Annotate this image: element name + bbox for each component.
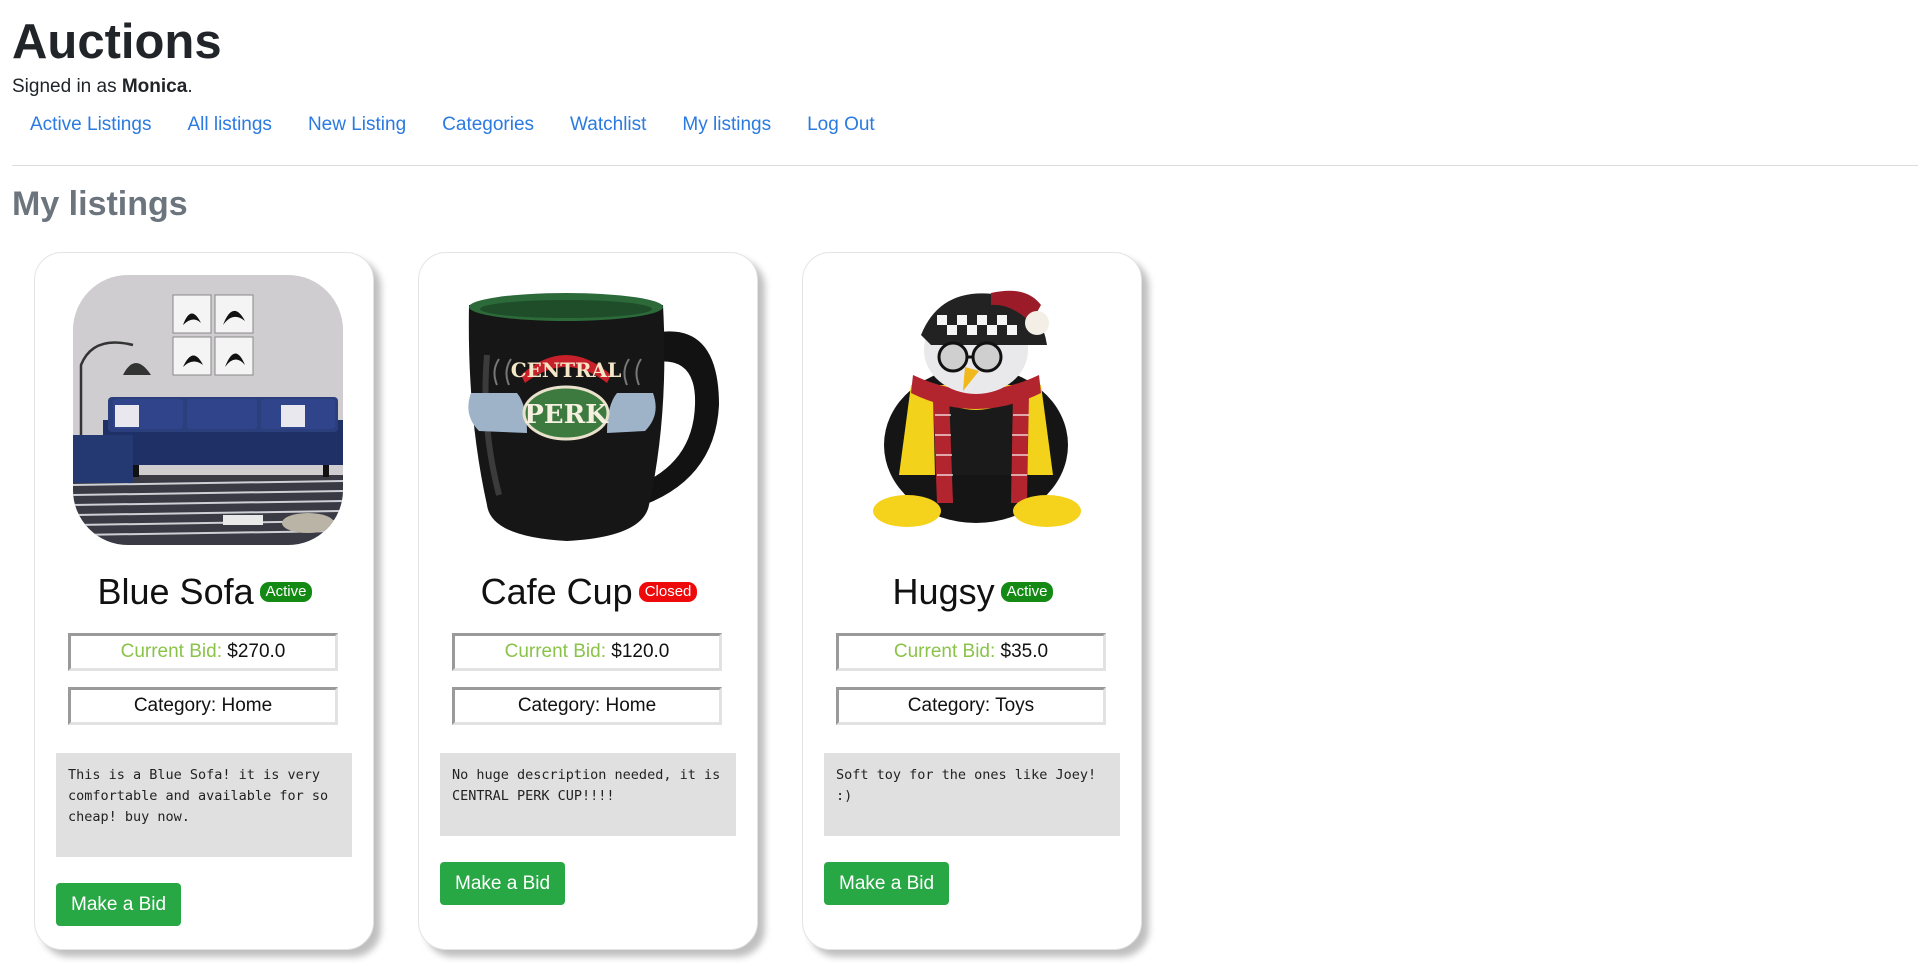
current-bid-field: Current Bid: $35.0 bbox=[836, 633, 1106, 671]
category-field: Category: Toys bbox=[836, 687, 1106, 725]
make-bid-button[interactable]: Make a Bid bbox=[56, 883, 182, 926]
listing-description: This is a Blue Sofa! it is very comforta… bbox=[56, 753, 352, 857]
username: Monica bbox=[121, 76, 188, 97]
listing-image-sofa[interactable] bbox=[73, 275, 343, 545]
cup-logo-bottom: PERK bbox=[524, 400, 609, 430]
nav-new-listing[interactable]: New Listing bbox=[290, 112, 424, 138]
listing-card: Hugsy Active Current Bid: $35.0 Category:… bbox=[802, 252, 1142, 950]
listing-image-hugsy[interactable] bbox=[841, 275, 1111, 545]
listing-description: No huge description needed, it is CENTRA… bbox=[440, 753, 736, 836]
nav-log-out[interactable]: Log Out bbox=[789, 112, 893, 138]
listing-title-row: Hugsy Active bbox=[803, 571, 1143, 613]
nav-watchlist[interactable]: Watchlist bbox=[552, 112, 664, 138]
category-field: Category: Home bbox=[452, 687, 722, 725]
status-badge: Active bbox=[1000, 582, 1054, 602]
listing-title[interactable]: Hugsy bbox=[893, 571, 995, 612]
current-bid-field: Current Bid: $270.0 bbox=[68, 633, 338, 671]
listing-description: Soft toy for the ones like Joey! :) bbox=[824, 753, 1120, 836]
listing-title-row: Cafe Cup Closed bbox=[419, 571, 759, 613]
site-title: Auctions bbox=[12, 15, 222, 69]
make-bid-button[interactable]: Make a Bid bbox=[440, 862, 566, 905]
header-divider bbox=[12, 165, 1918, 166]
cup-logo-top: CENTRAL bbox=[511, 358, 622, 382]
listing-title-row: Blue Sofa Active bbox=[35, 571, 375, 613]
listing-image-cup[interactable]: CENTRAL PERK bbox=[457, 275, 727, 545]
listing-card: CENTRAL PERK Cafe Cup Closed Current Bid:… bbox=[418, 252, 758, 950]
nav-categories[interactable]: Categories bbox=[424, 112, 552, 138]
status-badge: Closed bbox=[638, 582, 698, 602]
current-bid-label: Current Bid: bbox=[504, 641, 606, 662]
current-bid-field: Current Bid: $120.0 bbox=[452, 633, 722, 671]
page-title: My listings bbox=[12, 185, 188, 223]
current-bid-value: $35.0 bbox=[1000, 641, 1049, 662]
make-bid-button[interactable]: Make a Bid bbox=[824, 862, 950, 905]
signed-in-suffix: . bbox=[187, 76, 193, 97]
nav-my-listings[interactable]: My listings bbox=[664, 112, 789, 138]
listing-title[interactable]: Blue Sofa bbox=[98, 571, 254, 612]
current-bid-label: Current Bid: bbox=[893, 641, 996, 662]
signed-in-prefix: Signed in as bbox=[12, 76, 122, 97]
listing-title[interactable]: Cafe Cup bbox=[481, 571, 633, 612]
listing-card: Blue Sofa Active Current Bid: $270.0 Cate… bbox=[34, 252, 374, 950]
current-bid-value: $120.0 bbox=[611, 641, 670, 662]
nav-active-listings[interactable]: Active Listings bbox=[12, 112, 169, 138]
current-bid-value: $270.0 bbox=[227, 641, 286, 662]
main-nav: Active Listings All listings New Listing… bbox=[12, 112, 893, 138]
nav-all-listings[interactable]: All listings bbox=[169, 112, 289, 138]
category-field: Category: Home bbox=[68, 687, 338, 725]
signed-in-text: Signed in as Monica. bbox=[12, 76, 193, 98]
current-bid-label: Current Bid: bbox=[120, 641, 222, 662]
status-badge: Active bbox=[259, 582, 313, 602]
